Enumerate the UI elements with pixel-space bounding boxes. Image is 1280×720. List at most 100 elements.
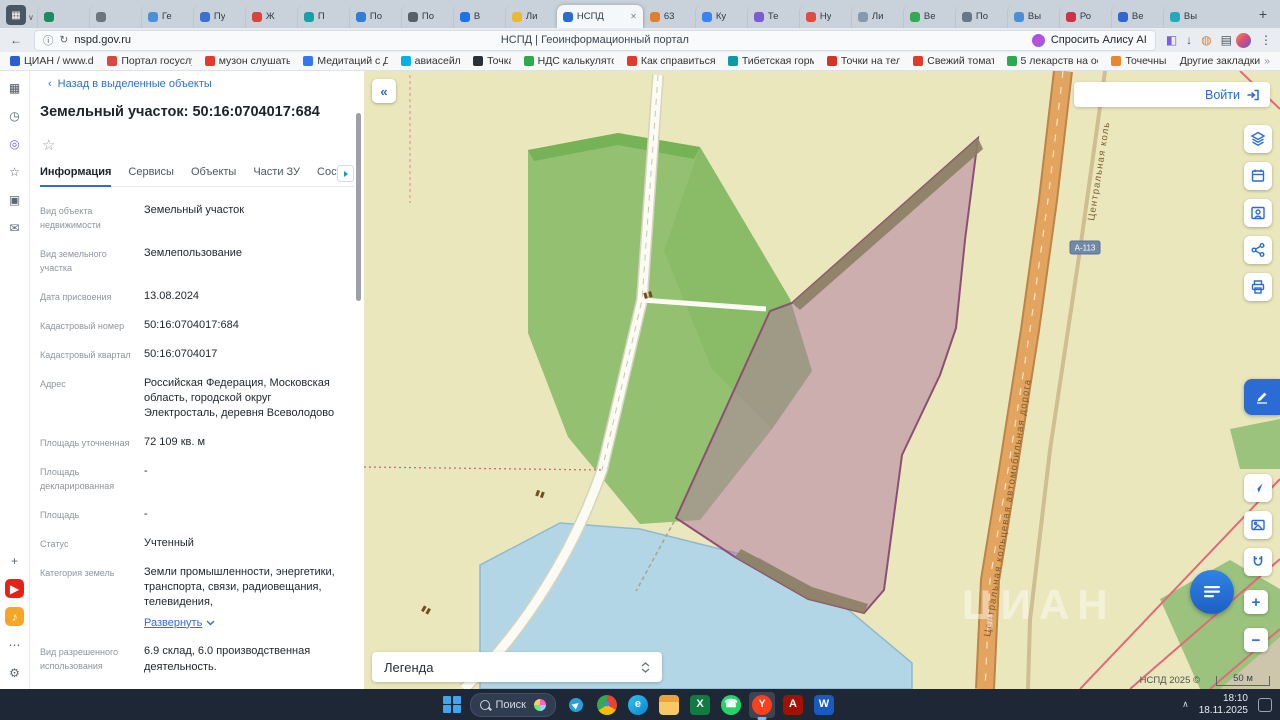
login-label[interactable]: Войти xyxy=(1205,88,1240,102)
layers-button[interactable] xyxy=(1244,125,1272,153)
browser-tab[interactable]: По xyxy=(955,5,1007,28)
omnibox[interactable]: ⓘ ↻ nspd.gov.ru НСПД | Геоинформационный… xyxy=(34,30,1156,51)
taskbar-app-button[interactable]: ☎ xyxy=(718,692,744,718)
bookmark-item[interactable]: ЦИАН / www.dar xyxy=(10,55,94,67)
expand-link[interactable]: Развернуть xyxy=(144,616,344,631)
locate-button[interactable] xyxy=(1244,474,1272,502)
rail-icon[interactable]: + xyxy=(5,551,24,570)
toolbar-icon[interactable]: ◍ xyxy=(1201,33,1211,47)
favorite-star-icon[interactable]: ☆ xyxy=(42,136,60,154)
calendar-button[interactable] xyxy=(1244,162,1272,190)
print-button[interactable] xyxy=(1244,273,1272,301)
zoom-out-button[interactable]: − xyxy=(1244,628,1268,652)
bookmark-item[interactable]: Точки на теле xyxy=(827,55,900,67)
browser-tab[interactable]: По xyxy=(401,5,453,28)
browser-tab[interactable]: Ве xyxy=(903,5,955,28)
tabs-scroll-right-button[interactable] xyxy=(337,165,354,182)
tab-list-chevron-icon[interactable]: ∨ xyxy=(28,13,34,22)
browser-tab[interactable]: В xyxy=(453,5,505,28)
chat-assistant-button[interactable] xyxy=(1190,570,1234,614)
bookmark-item[interactable]: авиасейлс xyxy=(401,55,460,67)
magnet-button[interactable] xyxy=(1244,548,1272,576)
panel-scrollbar[interactable] xyxy=(356,113,361,301)
rail-icon[interactable]: ▦ xyxy=(5,78,24,97)
toolbar-icon[interactable]: ▤ xyxy=(1221,33,1232,47)
share-button[interactable] xyxy=(1244,236,1272,264)
zoom-in-button[interactable]: + xyxy=(1244,590,1268,614)
browser-tab[interactable]: Вы xyxy=(1163,5,1215,28)
start-button[interactable] xyxy=(443,696,461,714)
login-icon[interactable] xyxy=(1246,88,1260,102)
browser-tab[interactable]: Ку xyxy=(695,5,747,28)
reload-icon[interactable]: ↻ xyxy=(60,34,69,46)
other-bookmarks-button[interactable]: Другие закладки » xyxy=(1180,55,1270,67)
bookmark-item[interactable]: 5 лекарств на осн xyxy=(1007,55,1099,67)
panel-tab[interactable]: Части ЗУ xyxy=(253,166,300,186)
bookmark-item[interactable]: Портал госуслуг xyxy=(107,55,191,67)
url-text[interactable]: nspd.gov.ru xyxy=(74,34,131,46)
panel-collapse-button[interactable]: « xyxy=(372,79,396,103)
map-canvas[interactable]: Центральная кольцевая автомобильная доро… xyxy=(364,71,1280,689)
panel-tab[interactable]: Сервисы xyxy=(128,166,174,186)
browser-tab[interactable]: П xyxy=(297,5,349,28)
draw-edit-button[interactable] xyxy=(1244,379,1280,415)
back-to-selected-link[interactable]: ‹ Назад в выделенные объекты xyxy=(48,78,364,90)
taskbar-app-button[interactable]: e xyxy=(625,692,651,718)
rail-icon[interactable]: ◷ xyxy=(5,106,24,125)
taskbar-app-button[interactable]: ● xyxy=(594,692,620,718)
browser-tab[interactable]: Ли xyxy=(505,5,557,28)
notification-center-icon[interactable] xyxy=(1258,698,1272,712)
tray-chevron-icon[interactable]: ∧ xyxy=(1182,699,1189,710)
browser-tab[interactable]: Ну xyxy=(799,5,851,28)
browser-tab[interactable]: Ге xyxy=(141,5,193,28)
browser-tab[interactable]: Вы xyxy=(1007,5,1059,28)
taskbar-app-button[interactable]: Y xyxy=(749,692,775,718)
taskbar-app-button[interactable]: A xyxy=(780,692,806,718)
browser-tab[interactable]: НСПД xyxy=(557,5,643,28)
browser-tab[interactable] xyxy=(37,5,89,28)
browser-tab[interactable]: По xyxy=(349,5,401,28)
rail-icon[interactable]: ♪ xyxy=(5,607,24,626)
rail-icon[interactable]: ✉ xyxy=(5,218,24,237)
browser-tab[interactable]: Ж xyxy=(245,5,297,28)
taskbar-app-button[interactable]: W xyxy=(811,692,837,718)
rail-icon[interactable]: ⋯ xyxy=(5,635,24,654)
browser-tab[interactable]: Ве xyxy=(1111,5,1163,28)
new-tab-button[interactable]: + xyxy=(1254,6,1272,24)
tab-panels-button[interactable]: ▦ xyxy=(6,5,26,25)
panorama-button[interactable] xyxy=(1244,511,1272,539)
back-icon[interactable]: ← xyxy=(6,33,26,47)
site-info-icon[interactable]: ⓘ xyxy=(43,33,54,48)
rail-icon[interactable]: ⚙ xyxy=(5,663,24,682)
profile-avatar[interactable] xyxy=(1236,33,1251,48)
taskbar-search[interactable]: Поиск xyxy=(470,693,556,717)
browser-menu-icon[interactable]: ⋮ xyxy=(1260,33,1272,47)
bookmark-item[interactable]: Медитаций с Ди xyxy=(303,55,387,67)
bookmark-item[interactable]: Точка xyxy=(473,55,511,67)
rail-icon[interactable]: ▣ xyxy=(5,190,24,209)
browser-tab[interactable]: Пу xyxy=(193,5,245,28)
toolbar-icon[interactable]: ◧ xyxy=(1166,33,1177,47)
panel-tab[interactable]: Объекты xyxy=(191,166,236,186)
taskbar-app-button[interactable] xyxy=(656,692,682,718)
bookmark-item[interactable]: музон слушать к xyxy=(205,55,291,67)
browser-tab[interactable]: 63 xyxy=(643,5,695,28)
panel-tab[interactable]: Информация xyxy=(40,166,111,187)
object-card-button[interactable] xyxy=(1244,199,1272,227)
bookmark-item[interactable]: Тибетская гормо xyxy=(728,55,814,67)
browser-tab[interactable] xyxy=(89,5,141,28)
browser-tab[interactable]: Ро xyxy=(1059,5,1111,28)
browser-tab[interactable]: Ли xyxy=(851,5,903,28)
legend-dropdown[interactable]: Легенда xyxy=(372,652,662,682)
toolbar-icon[interactable]: ↓ xyxy=(1186,33,1192,47)
rail-icon[interactable]: ◎ xyxy=(5,134,24,153)
browser-tab[interactable]: Те xyxy=(747,5,799,28)
rail-icon[interactable]: ☆ xyxy=(5,162,24,181)
rail-icon[interactable]: ▶ xyxy=(5,579,24,598)
bookmark-item[interactable]: Точечный xyxy=(1111,55,1166,67)
bookmark-item[interactable]: Свежий томатн xyxy=(913,55,993,67)
bookmark-item[interactable]: Как справиться с xyxy=(627,55,715,67)
taskbar-app-button[interactable]: ▶ xyxy=(563,692,589,718)
ask-alice-button[interactable]: Спросить Алису AI xyxy=(1032,34,1147,47)
taskbar-clock[interactable]: 18:10 18.11.2025 xyxy=(1199,693,1248,717)
